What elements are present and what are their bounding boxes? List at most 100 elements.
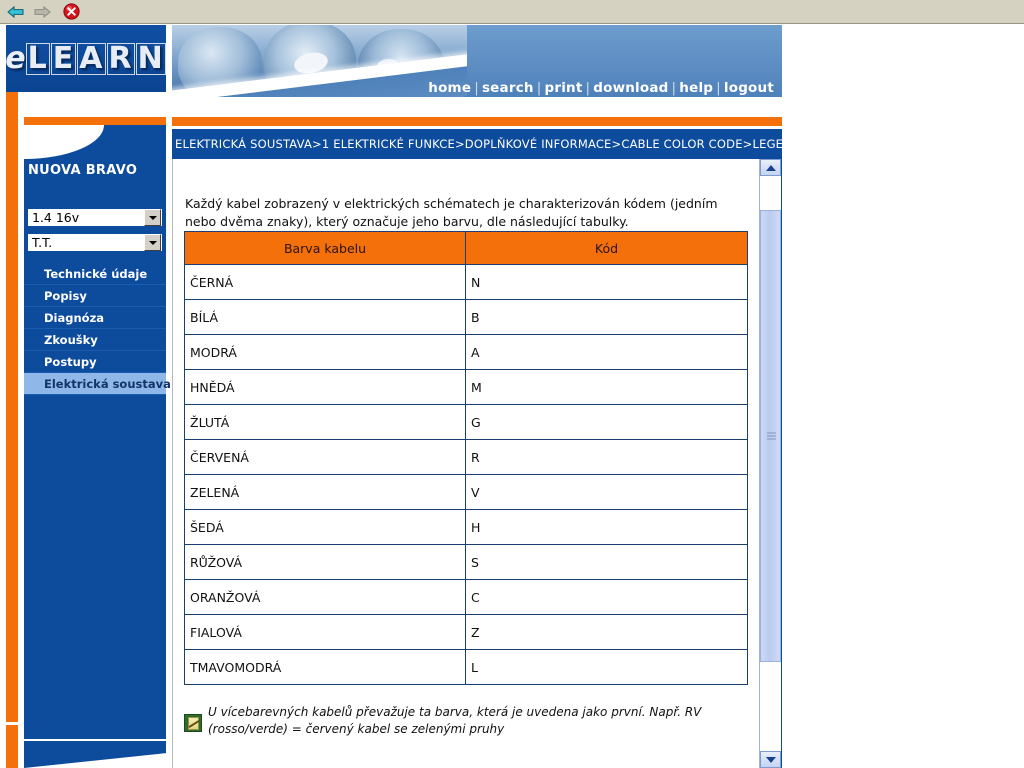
sidebar-curve-decoration xyxy=(24,125,104,159)
cell-code: M xyxy=(465,369,748,405)
cell-color: TMAVOMODRÁ xyxy=(184,649,466,685)
cell-color: BÍLÁ xyxy=(184,299,466,335)
cell-code: H xyxy=(465,509,748,545)
sidebar-item-label: Elektrická soustava xyxy=(44,376,171,391)
chevron-down-icon[interactable] xyxy=(144,209,161,226)
header-nav: home | search | print | download | help | logout xyxy=(428,80,774,96)
cell-code: R xyxy=(465,439,748,475)
content-scrollbar[interactable] xyxy=(759,159,782,768)
orange-rule-right xyxy=(172,117,782,126)
table-row: RŮŽOVÁ S xyxy=(184,544,748,580)
table-row: FIALOVÁ Z xyxy=(184,614,748,650)
page-right-filler xyxy=(784,25,1024,768)
table-row: ČERNÁ N xyxy=(184,264,748,300)
scroll-down-button[interactable] xyxy=(760,751,781,768)
scroll-up-button[interactable] xyxy=(760,159,781,176)
cell-code: A xyxy=(465,334,748,370)
sidebar-item-label: Diagnóza xyxy=(44,310,105,325)
cell-color: HNĚDÁ xyxy=(184,369,466,405)
cell-color: RŮŽOVÁ xyxy=(184,544,466,580)
column-header-code: Kód xyxy=(465,231,748,265)
sidebar-menu: Technické údaje Popisy Diagnóza Zkoušky … xyxy=(24,263,171,395)
column-header-color: Barva kabelu xyxy=(184,231,466,265)
sidebar-item-elektricka-soustava[interactable]: Elektrická soustava xyxy=(24,373,171,395)
breadcrumb-bar: ELEKTRICKÁ SOUSTAVA>1 ELEKTRICKÉ FUNKCE>… xyxy=(172,129,809,159)
left-orange-strip xyxy=(6,92,18,768)
content-area: Každý kabel zobrazený v elektrických sch… xyxy=(172,159,782,768)
browser-toolbar xyxy=(0,0,1024,24)
header-banner: FIAT home|search|print|download|help|log… xyxy=(172,25,782,97)
table-row: ČERVENÁ R xyxy=(184,439,748,475)
cell-color: ČERNÁ xyxy=(184,264,466,300)
page-body: eLEARN FIAT home|search|print|download|h… xyxy=(0,25,1024,768)
sidebar-item-label: Zkoušky xyxy=(44,332,98,347)
forward-arrow-icon xyxy=(34,5,51,18)
engine-select[interactable]: 1.4 16v xyxy=(26,207,164,228)
sidebar-item-diagnoza[interactable]: Diagnóza xyxy=(24,307,166,329)
cell-color: ORANŽOVÁ xyxy=(184,579,466,615)
footnote-text: U vícebarevných kabelů převažuje ta barv… xyxy=(208,705,702,737)
nav-print[interactable]: print xyxy=(544,80,582,96)
nav-separator: | xyxy=(716,80,721,96)
table-row: ORANŽOVÁ C xyxy=(184,579,748,615)
banner-photo xyxy=(172,25,467,97)
nav-separator: | xyxy=(536,80,542,96)
forward-button[interactable] xyxy=(29,1,55,23)
nav-help[interactable]: help xyxy=(679,80,713,96)
cell-code: N xyxy=(465,264,748,300)
cell-code: L xyxy=(465,649,748,685)
cell-code: V xyxy=(465,474,748,510)
sidebar-title: NUOVA BRAVO xyxy=(28,163,138,178)
breadcrumb[interactable]: ELEKTRICKÁ SOUSTAVA>1 ELEKTRICKÉ FUNKCE>… xyxy=(172,137,809,151)
nav-separator: | xyxy=(474,80,479,96)
sidebar-item-popisy[interactable]: Popisy xyxy=(24,285,166,307)
scrollbar-thumb[interactable] xyxy=(760,210,781,662)
sidebar-item-postupy[interactable]: Postupy xyxy=(24,351,166,373)
sidebar-item-label: Postupy xyxy=(44,354,97,369)
cell-color: ŽLUTÁ xyxy=(184,404,466,440)
chevron-down-icon[interactable] xyxy=(144,234,161,251)
sidebar-item-technicke-udaje[interactable]: Technické údaje xyxy=(24,263,166,285)
table-row: ŽLUTÁ G xyxy=(184,404,748,440)
cable-color-table: Barva kabelu Kód ČERNÁ N BÍLÁ B MODRÁ A HNĚ… xyxy=(184,231,748,685)
left-orange-strip-bottom xyxy=(6,725,18,768)
cell-code: G xyxy=(465,404,748,440)
table-row: HNĚDÁ M xyxy=(184,369,748,405)
cell-code: Z xyxy=(465,614,748,650)
nav-search[interactable]: search xyxy=(482,80,534,96)
sidebar-item-label: Popisy xyxy=(44,288,87,303)
cell-color: MODRÁ xyxy=(184,334,466,370)
elearn-logo[interactable]: eL E A R N xyxy=(5,25,166,92)
trim-select[interactable]: T.T. xyxy=(26,232,164,253)
note-icon xyxy=(184,714,202,732)
sidebar-item-zkousky[interactable]: Zkoušky xyxy=(24,329,166,351)
sidebar-item-label: Technické údaje xyxy=(44,266,148,281)
back-button[interactable] xyxy=(3,1,29,23)
stop-icon xyxy=(62,3,80,20)
trim-select-value: T.T. xyxy=(32,235,53,250)
stop-button[interactable] xyxy=(58,1,84,23)
cell-code: S xyxy=(465,544,748,580)
table-row: MODRÁ A xyxy=(184,334,748,370)
scrollbar-track[interactable] xyxy=(760,176,781,751)
table-header-row: Barva kabelu Kód xyxy=(184,231,748,265)
cell-color: ZELENÁ xyxy=(184,474,466,510)
cell-color: ŠEDÁ xyxy=(184,509,466,545)
table-row: ŠEDÁ H xyxy=(184,509,748,545)
cell-code: B xyxy=(465,299,748,335)
chevron-up-icon xyxy=(765,164,776,171)
engine-select-value: 1.4 16v xyxy=(32,210,80,225)
footnote: U vícebarevných kabelů převažuje ta barv… xyxy=(184,704,724,739)
nav-logout[interactable]: logout xyxy=(724,80,774,96)
table-row: ZELENÁ V xyxy=(184,474,748,510)
scrollbar-grip xyxy=(767,432,776,440)
nav-download[interactable]: download xyxy=(593,80,668,96)
nav-home[interactable]: home xyxy=(428,80,471,96)
intro-paragraph: Každý kabel zobrazený v elektrických sch… xyxy=(185,196,718,230)
cell-color: FIALOVÁ xyxy=(184,614,466,650)
cell-color: ČERVENÁ xyxy=(184,439,466,475)
table-body: ČERNÁ N BÍLÁ B MODRÁ A HNĚDÁ M ŽLUTÁ G ČERVEN… xyxy=(184,264,748,685)
table-row: BÍLÁ B xyxy=(184,299,748,335)
chevron-down-icon xyxy=(765,756,776,763)
elearn-logo-text: eL E A R N xyxy=(5,41,166,76)
